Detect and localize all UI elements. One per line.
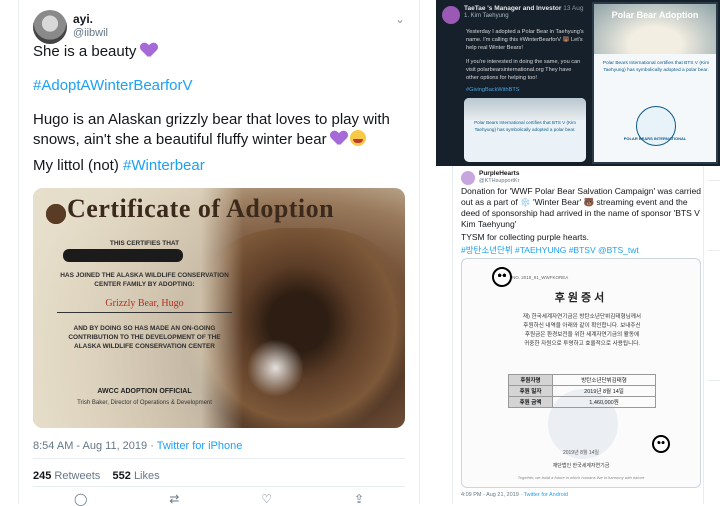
divider [33, 458, 405, 459]
tweet-meta: 8:54 AM - Aug 11, 2019 · Twitter for iPh… [33, 440, 242, 452]
embedded-paragraph-1: Donation for 'WWF Polar Bear Salvation C… [461, 186, 701, 229]
embedded-date: 13 Aug [563, 5, 584, 12]
table-row: 후원자명 방탄소년단뷔김태형 [508, 374, 656, 386]
embedded-hashtags: #방탄소년단뷔 #TAEHYUNG #BTSV @BTS_twt [461, 245, 639, 255]
certificate-image[interactable]: Certificate of Adoption THIS CERTIFIES T… [33, 188, 405, 428]
tweet-source[interactable]: Twitter for iPhone [157, 440, 243, 452]
table-key: 후원 금액 [508, 396, 553, 408]
sponsorship-certificate: NO. 2019_91_WWFKOREA 후원증서 재) 한국세계자연기금은 방… [461, 258, 701, 488]
document-motto: Together, we build a future in which hum… [517, 475, 645, 480]
embedded-meta: 4:09 PM - Aug 21, 2019 · Twitter for And… [461, 492, 568, 498]
meta-separator: · [147, 440, 157, 452]
likes-label[interactable]: Likes [134, 470, 160, 482]
joined-text: HAS JOINED THE ALASKA WILDLIFE CONSERVAT… [60, 272, 229, 288]
embedded-hashtag: #GivingBackWithBTS [466, 87, 520, 93]
card-photo [464, 98, 586, 120]
likes-count[interactable]: 552 [113, 470, 131, 482]
embedded-screenshot-top: TaeTae 's Manager and Investor 13 Aug 1.… [436, 0, 720, 166]
avatar [442, 6, 460, 24]
certificate-title: Certificate of Adoption [67, 194, 335, 223]
tweet-paragraph: Hugo is an Alaskan grizzly bear that lov… [33, 110, 409, 150]
wwf-panda-icon [492, 267, 512, 287]
redacted-name [63, 249, 183, 262]
certificate-title: Polar Bear Adoption [611, 10, 699, 20]
document-org: 재단법인 한국세계자연기금 [552, 463, 610, 469]
tweet-stats: 245 Retweets 552 Likes [33, 470, 160, 482]
table-key: 후원자명 [508, 374, 553, 386]
tweet-line-1: She is a beauty [33, 42, 157, 62]
embedded-paragraph-1: Yesterday I adopted a Polar Bear in Taeh… [466, 29, 584, 51]
signature-line [57, 312, 232, 313]
embedded-subtitle: 1. Kim Taehyung [464, 13, 509, 19]
certifies-text: THIS CERTIFIES THAT [109, 240, 180, 247]
chevron-down-icon[interactable]: ⌄ [395, 12, 405, 26]
adopted-animal: Grizzly Bear, Hugo [105, 298, 184, 309]
heart-purple-icon [141, 43, 157, 57]
document-number: NO. 2019_91_WWFKOREA [512, 275, 569, 280]
official-label: AWCC ADOPTION OFFICIAL [97, 388, 192, 395]
embedded-source: Twitter for Android [523, 492, 568, 498]
card-text: Polar Bears International certifies that… [474, 120, 576, 132]
table-value: 1,460,000원 [552, 396, 656, 408]
avatar [461, 171, 475, 185]
logo-label: POLAR BEARS INTERNATIONAL [623, 136, 687, 141]
tweet-line-1-text: She is a beauty [33, 43, 137, 60]
divider [708, 250, 720, 251]
embedded-tweet: TaeTae 's Manager and Investor 13 Aug 1.… [436, 0, 588, 166]
table-key: 후원 일자 [508, 385, 553, 397]
divider [708, 380, 720, 381]
hashtag-link[interactable]: #Winterbear [123, 157, 205, 174]
polar-bear-certificate: Polar Bear Adoption Polar Bears Internat… [592, 2, 718, 164]
embedded-display-name: PurpleHearts [479, 170, 520, 177]
embedded-handle: @KTHsupportKr [479, 178, 520, 184]
embedded-display-name: TaeTae 's Manager and Investor 13 Aug [464, 5, 583, 12]
retweets-count[interactable]: 245 [33, 470, 51, 482]
certificate-body: Polar Bears International certifies that… [602, 61, 710, 73]
table-value: 방탄소년단뷔김태형 [552, 374, 656, 386]
awcc-logo-icon [43, 196, 69, 226]
tweet-line-3-text: My littol (not) [33, 157, 119, 174]
user-handle[interactable]: @iibwil [73, 27, 108, 39]
table-row: 후원 금액 1,460,000원 [508, 396, 656, 408]
embedded-paragraph-2: TYSM for collecting purple hearts. [461, 232, 590, 242]
retweets-label[interactable]: Retweets [54, 470, 100, 482]
embedded-timestamp: 4:09 PM - Aug 21, 2019 [461, 492, 519, 498]
table-row: 후원 일자 2019년 8월 14일 [508, 385, 656, 397]
table-value: 2019년 8월 14일 [552, 385, 656, 397]
embedded-paragraph-2: If you're interested in doing the same, … [466, 59, 581, 81]
divider [708, 180, 720, 181]
avatar[interactable] [33, 10, 67, 44]
display-name[interactable]: ayi. [73, 12, 93, 26]
tweet-line-3: My littol (not) #Winterbear [33, 156, 205, 176]
embedded-tweet-bottom: PurpleHearts @KTHsupportKr Donation for … [452, 166, 704, 504]
document-title: 후원증서 [554, 292, 608, 304]
tweet-timestamp[interactable]: 8:54 AM - Aug 11, 2019 [33, 440, 147, 452]
document-body: 재) 한국세계자연기금은 방탄소년단뷔김태형님께서 후원하신 내역을 아래와 같… [522, 314, 642, 347]
embedded-name-text: TaeTae 's Manager and Investor [464, 5, 562, 12]
main-tweet: ayi. @iibwil ⌄ She is a beauty #AdoptAWi… [18, 0, 420, 506]
sponsorship-table: 후원자명 방탄소년단뷔김태형 후원 일자 2019년 8월 14일 후원 금액 … [508, 374, 656, 408]
snow-patch [248, 338, 303, 398]
hashtag-link[interactable]: #AdoptAWinterBearforV [33, 76, 193, 96]
contribution-text: AND BY DOING SO HAS MADE AN ON-GOING CON… [68, 325, 221, 350]
divider [33, 486, 405, 487]
embedded-card: Polar Bears International certifies that… [464, 98, 586, 162]
wwf-panda-icon [652, 435, 670, 453]
smiling-face-hearts-icon [349, 130, 366, 146]
signer-name: Trish Baker, Director of Operations & De… [77, 400, 212, 406]
heart-purple-icon [331, 131, 347, 145]
